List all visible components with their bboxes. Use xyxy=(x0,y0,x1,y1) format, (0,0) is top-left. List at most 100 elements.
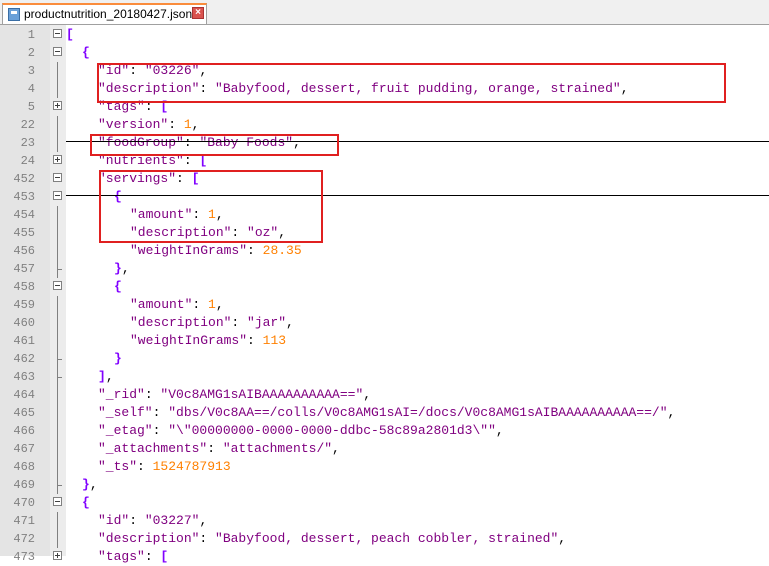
code-line[interactable]: 467 "_attachments": "attachments/", xyxy=(0,440,769,458)
highlight-box-foodgroup xyxy=(90,134,339,156)
line-number: 453 xyxy=(13,190,35,204)
code-line[interactable]: 465 "_self": "dbs/V0c8AA==/colls/V0c8AMG1… xyxy=(0,404,769,422)
string-token: "amount" xyxy=(130,297,193,312)
line-number: 470 xyxy=(13,496,35,510)
fold-guide xyxy=(57,458,58,476)
punct-token: , xyxy=(286,315,294,330)
tab-bar: productnutrition_20180427.json × xyxy=(0,0,769,25)
code-line[interactable]: 464 "_rid": "V0c8AMG1sAIBAAAAAAAAAA==", xyxy=(0,386,769,404)
number-token: 1524787913 xyxy=(152,459,231,474)
close-tab-icon[interactable]: × xyxy=(192,7,204,19)
code-line[interactable]: 458 { xyxy=(0,278,769,296)
punct-token: : xyxy=(168,117,184,132)
bracket-token: { xyxy=(82,45,90,60)
file-tab[interactable]: productnutrition_20180427.json × xyxy=(2,3,207,24)
bracket-token: } xyxy=(82,477,90,492)
punct-token: , xyxy=(215,297,224,312)
fold-guide xyxy=(57,116,58,134)
bracket-token: { xyxy=(114,279,122,294)
string-token: "_ts" xyxy=(98,459,138,474)
code-line[interactable]: 456 "weightInGrams": 28.35 xyxy=(0,242,769,260)
string-token: "weightInGrams" xyxy=(130,333,248,348)
string-token: "attachments/" xyxy=(222,441,333,456)
code-line[interactable]: 470 { xyxy=(0,494,769,512)
line-number: 468 xyxy=(13,460,35,474)
line-number: 458 xyxy=(13,280,35,294)
collapse-fold-icon[interactable] xyxy=(53,191,62,200)
string-token: "description" xyxy=(98,531,200,546)
line-number: 455 xyxy=(13,226,35,240)
code-line[interactable]: 460 "description": "jar", xyxy=(0,314,769,332)
line-number: 456 xyxy=(13,244,35,258)
punct-token: : xyxy=(129,513,145,528)
code-text: "weightInGrams": 113 xyxy=(130,332,286,350)
code-line[interactable]: 22 "version": 1, xyxy=(0,116,769,134)
fold-guide xyxy=(57,206,58,224)
bracket-token: [ xyxy=(160,549,169,564)
code-line[interactable]: 461 "weightInGrams": 113 xyxy=(0,332,769,350)
number-token: 113 xyxy=(262,333,287,348)
line-number: 473 xyxy=(13,550,35,564)
code-line[interactable]: 473 "tags": [ xyxy=(0,548,769,566)
line-number: 4 xyxy=(27,82,35,96)
string-token: "description" xyxy=(130,315,232,330)
line-number: 457 xyxy=(13,262,35,276)
punct-token: : xyxy=(192,297,209,312)
bracket-token: ] xyxy=(98,369,106,384)
code-line[interactable]: 472 "description": "Babyfood, dessert, pe… xyxy=(0,530,769,548)
punct-token: , xyxy=(105,369,114,384)
code-line[interactable]: 468 "_ts": 1524787913 xyxy=(0,458,769,476)
code-line[interactable]: 469}, xyxy=(0,476,769,494)
line-number: 464 xyxy=(13,388,35,402)
line-number: 2 xyxy=(27,46,35,60)
line-number: 454 xyxy=(13,208,35,222)
code-text: "_etag": "\"00000000-0000-0000-ddbc-58c8… xyxy=(98,422,504,440)
number-token: 1 xyxy=(183,117,192,132)
code-text: "amount": 1, xyxy=(130,296,224,314)
punct-token: : xyxy=(152,405,169,420)
fold-guide xyxy=(57,530,58,548)
code-text: "_self": "dbs/V0c8AA==/colls/V0c8AMG1sAI… xyxy=(98,404,675,422)
code-text: "description": "Babyfood, dessert, peach… xyxy=(98,530,566,548)
code-editor[interactable]: 1[2{3 "id": "03226", 4 "description": "Baby… xyxy=(0,25,769,564)
collapse-fold-icon[interactable] xyxy=(53,497,62,506)
line-number: 22 xyxy=(20,118,35,132)
collapse-fold-icon[interactable] xyxy=(53,281,62,290)
code-text: }, xyxy=(82,476,98,494)
code-line[interactable]: 1[ xyxy=(0,26,769,44)
number-token: 1 xyxy=(208,297,216,312)
string-token: "Babyfood, dessert, peach cobbler, strai… xyxy=(215,531,559,546)
fold-guide xyxy=(57,80,58,98)
code-text: "_ts": 1524787913 xyxy=(98,458,231,476)
string-token: "\"00000000-0000-0000-ddbc-58c89a2801d3\… xyxy=(168,423,496,438)
fold-guide xyxy=(57,440,58,458)
line-number: 472 xyxy=(13,532,35,546)
code-line[interactable]: 463], xyxy=(0,368,769,386)
bracket-token: } xyxy=(114,261,122,276)
line-number: 463 xyxy=(13,370,35,384)
code-text: "version": 1, xyxy=(98,116,199,134)
punct-token: : xyxy=(144,387,161,402)
collapse-fold-icon[interactable] xyxy=(53,29,62,38)
string-token: "V0c8AMG1sAIBAAAAAAAAAA==" xyxy=(160,387,364,402)
punct-token: , xyxy=(332,441,340,456)
fold-guide xyxy=(57,386,58,404)
code-line[interactable]: 462} xyxy=(0,350,769,368)
fold-end-marker xyxy=(57,359,62,360)
expand-fold-icon[interactable] xyxy=(53,101,62,110)
code-line[interactable]: 466 "_etag": "\"00000000-0000-0000-ddbc-5… xyxy=(0,422,769,440)
string-token: "version" xyxy=(98,117,169,132)
punct-token: : xyxy=(144,549,161,564)
collapse-fold-icon[interactable] xyxy=(53,173,62,182)
string-token: "jar" xyxy=(247,315,287,330)
punct-token: , xyxy=(558,531,567,546)
line-number: 452 xyxy=(13,172,35,186)
expand-fold-icon[interactable] xyxy=(53,155,62,164)
code-line[interactable]: 457}, xyxy=(0,260,769,278)
string-token: "03227" xyxy=(144,513,200,528)
code-line[interactable]: 471 "id": "03227", xyxy=(0,512,769,530)
code-line[interactable]: 2{ xyxy=(0,44,769,62)
collapse-fold-icon[interactable] xyxy=(53,47,62,56)
punct-token: , xyxy=(495,423,504,438)
code-line[interactable]: 459 "amount": 1, xyxy=(0,296,769,314)
